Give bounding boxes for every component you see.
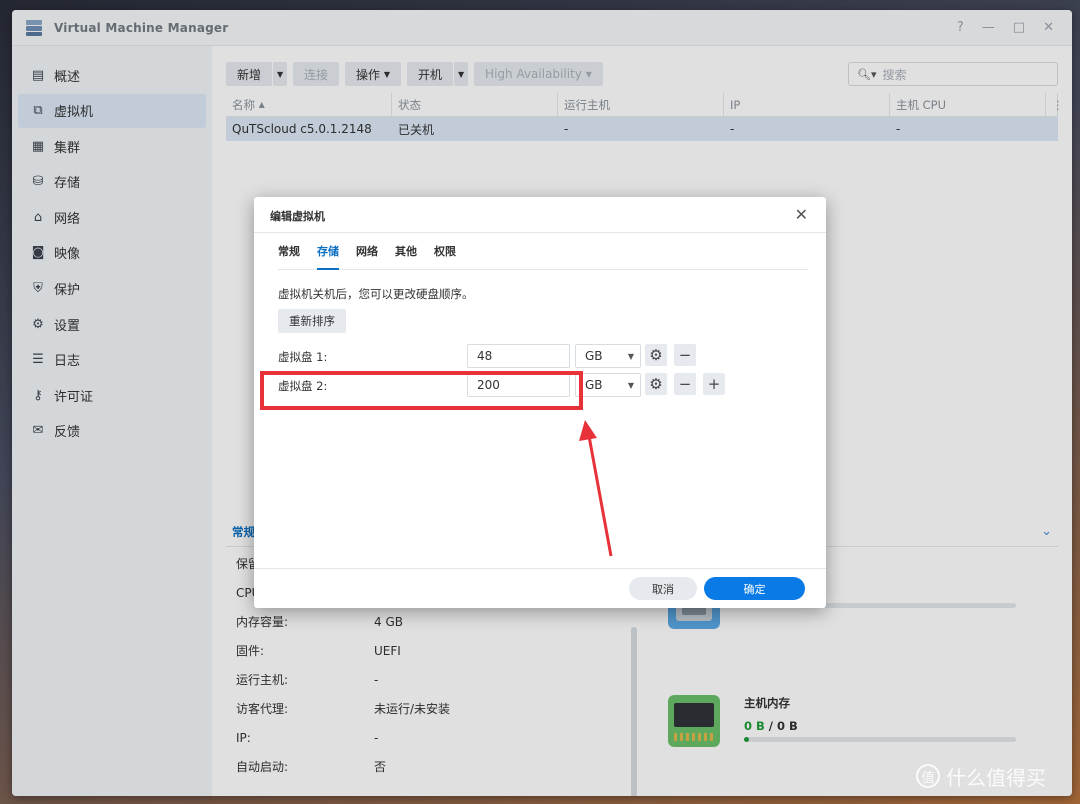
tab-other[interactable]: 其他 (395, 244, 417, 270)
virtual-disk-row: 虚拟盘 1: GB ▼ ⚙ − (254, 344, 826, 368)
storage-description: 虚拟机关机后，您可以更改硬盘顺序。 (278, 287, 474, 301)
reorder-button[interactable]: 重新排序 (278, 309, 346, 333)
tab-storage[interactable]: 存储 (317, 244, 339, 270)
disk-unit-select[interactable]: GB ▼ (575, 344, 641, 368)
dialog-title: 编辑虚拟机 (270, 210, 325, 223)
tab-permissions[interactable]: 权限 (434, 244, 456, 270)
disk-unit-select[interactable]: GB ▼ (575, 373, 641, 397)
add-disk-button[interactable]: + (703, 373, 725, 395)
tab-network[interactable]: 网络 (356, 244, 378, 270)
chevron-down-icon: ▼ (627, 380, 634, 390)
close-icon[interactable]: ✕ (795, 205, 808, 224)
minus-icon: − (678, 375, 692, 393)
tab-general[interactable]: 常规 (278, 244, 300, 270)
divider (254, 568, 826, 569)
dialog-tabs: 常规 存储 网络 其他 权限 (278, 244, 808, 270)
watermark-text: 什么值得买 (946, 765, 1046, 790)
disk-unit-value: GB (585, 349, 603, 363)
gear-icon: ⚙ (649, 346, 663, 364)
chevron-down-icon: ▼ (627, 351, 634, 361)
gear-icon: ⚙ (649, 375, 663, 393)
disk-settings-button[interactable]: ⚙ (645, 344, 667, 366)
divider (254, 232, 826, 233)
plus-icon: + (707, 375, 721, 393)
watermark: 值 什么值得买 (916, 762, 1066, 790)
disk-unit-value: GB (585, 378, 603, 392)
watermark-logo: 值 (916, 764, 940, 788)
disk-size-input[interactable] (467, 344, 570, 368)
remove-disk-button[interactable]: − (674, 344, 696, 366)
minus-icon: − (678, 346, 692, 364)
ok-button[interactable]: 确定 (704, 577, 805, 600)
cancel-button[interactable]: 取消 (629, 577, 697, 600)
disk-settings-button[interactable]: ⚙ (645, 373, 667, 395)
disk-label: 虚拟盘 1: (278, 350, 328, 364)
annotation-highlight-box (260, 371, 583, 410)
remove-disk-button[interactable]: − (674, 373, 696, 395)
edit-vm-dialog: 编辑虚拟机 ✕ 常规 存储 网络 其他 权限 虚拟机关机后，您可以更改硬盘顺序。… (254, 197, 826, 608)
